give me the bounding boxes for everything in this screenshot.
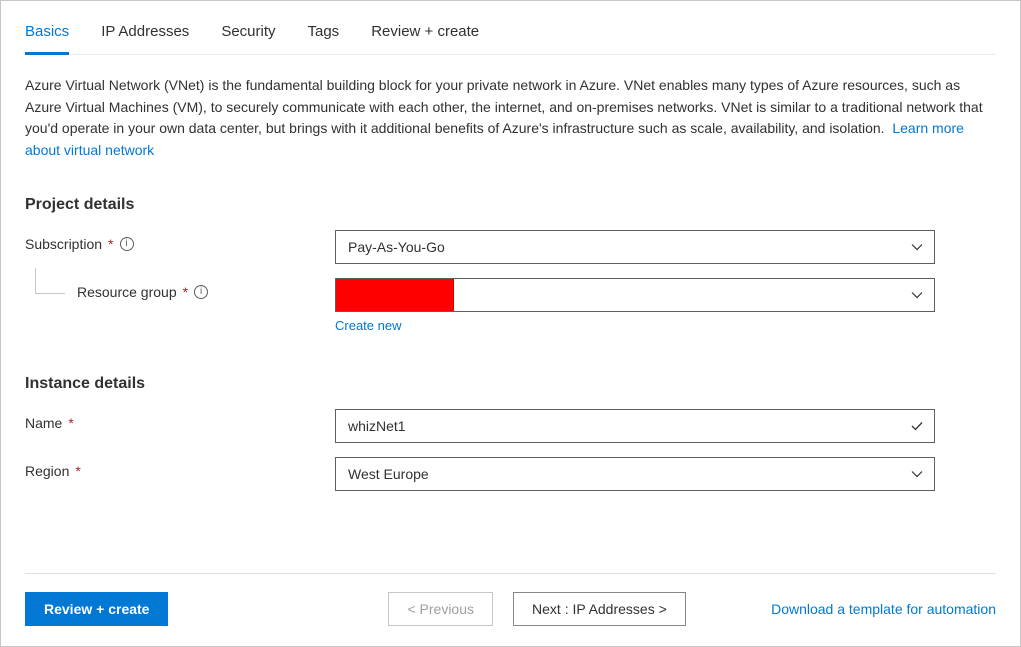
name-label: Name * bbox=[25, 409, 335, 431]
wizard-footer: Review + create < Previous Next : IP Add… bbox=[25, 573, 996, 626]
instance-details-heading: Instance details bbox=[25, 375, 996, 393]
region-row: Region * West Europe bbox=[25, 457, 996, 491]
redacted-block bbox=[336, 279, 454, 311]
wizard-tabs: Basics IP Addresses Security Tags Review… bbox=[25, 17, 996, 55]
resource-group-label: Resource group * i bbox=[77, 278, 335, 300]
required-marker: * bbox=[108, 236, 113, 252]
name-value: whizNet1 bbox=[348, 418, 406, 434]
tree-connector bbox=[35, 268, 65, 294]
tab-ip-addresses[interactable]: IP Addresses bbox=[101, 17, 189, 54]
chevron-down-icon bbox=[910, 467, 924, 481]
chevron-down-icon bbox=[910, 288, 924, 302]
subscription-dropdown[interactable]: Pay-As-You-Go bbox=[335, 230, 935, 264]
download-template-link[interactable]: Download a template for automation bbox=[771, 601, 996, 617]
tab-basics[interactable]: Basics bbox=[25, 17, 69, 54]
region-value: West Europe bbox=[348, 466, 429, 482]
info-icon[interactable]: i bbox=[194, 285, 208, 299]
tab-review-create[interactable]: Review + create bbox=[371, 17, 479, 54]
name-row: Name * whizNet1 bbox=[25, 409, 996, 443]
create-new-rg-link[interactable]: Create new bbox=[335, 318, 401, 333]
tab-security[interactable]: Security bbox=[221, 17, 275, 54]
previous-button: < Previous bbox=[388, 592, 493, 626]
required-marker: * bbox=[183, 284, 188, 300]
region-label: Region * bbox=[25, 457, 335, 479]
resource-group-dropdown[interactable] bbox=[335, 278, 935, 312]
next-button[interactable]: Next : IP Addresses > bbox=[513, 592, 686, 626]
review-create-button[interactable]: Review + create bbox=[25, 592, 168, 626]
info-icon[interactable]: i bbox=[120, 237, 134, 251]
project-details-heading: Project details bbox=[25, 196, 996, 214]
basics-description: Azure Virtual Network (VNet) is the fund… bbox=[25, 75, 985, 162]
required-marker: * bbox=[75, 463, 80, 479]
chevron-down-icon bbox=[910, 240, 924, 254]
description-text: Azure Virtual Network (VNet) is the fund… bbox=[25, 77, 983, 136]
subscription-label: Subscription * i bbox=[25, 230, 335, 252]
create-vnet-panel: Basics IP Addresses Security Tags Review… bbox=[0, 0, 1021, 647]
resource-group-row: Resource group * i Create new bbox=[25, 278, 996, 333]
required-marker: * bbox=[68, 415, 73, 431]
name-input[interactable]: whizNet1 bbox=[335, 409, 935, 443]
tab-tags[interactable]: Tags bbox=[308, 17, 340, 54]
check-icon bbox=[910, 419, 924, 433]
subscription-value: Pay-As-You-Go bbox=[348, 239, 445, 255]
subscription-row: Subscription * i Pay-As-You-Go bbox=[25, 230, 996, 264]
region-dropdown[interactable]: West Europe bbox=[335, 457, 935, 491]
